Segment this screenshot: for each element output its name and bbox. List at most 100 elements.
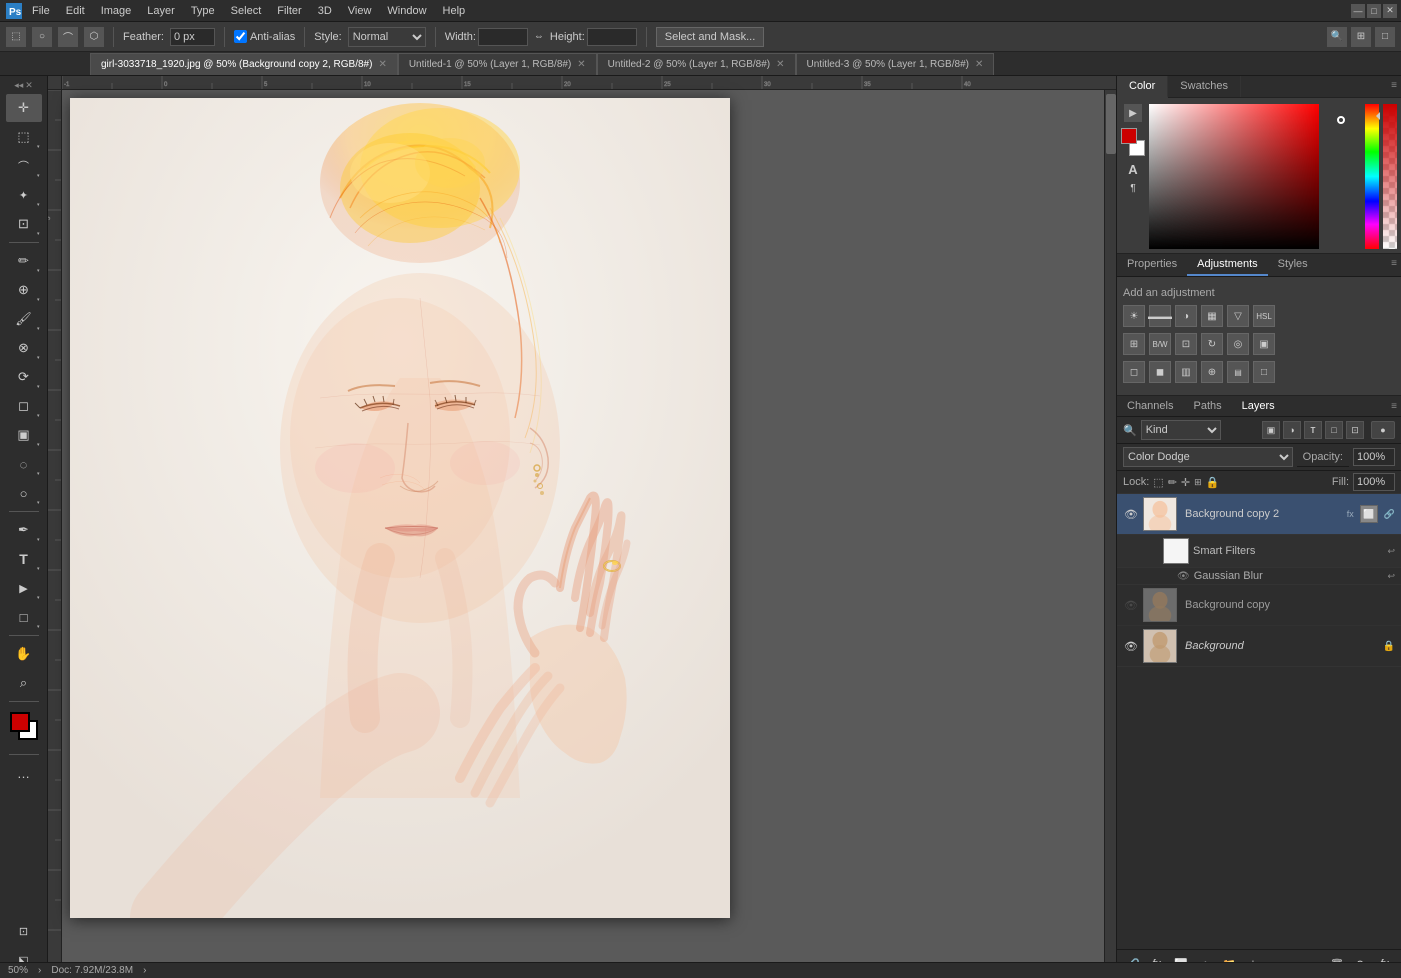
layer-bg-copy[interactable]: 👁 Background copy [1117, 585, 1401, 626]
tab-styles[interactable]: Styles [1268, 254, 1318, 276]
filter-shape-icon[interactable]: □ [1325, 421, 1343, 439]
toolbar-close-btn[interactable]: ✕ [25, 80, 33, 91]
layer-bg-copy-2[interactable]: 👁 Background copy 2 fx ⬜ 🔗 [1117, 494, 1401, 535]
layer-mask-icon-1[interactable]: ⬜ [1360, 505, 1378, 523]
arrange-icon[interactable]: □ [1375, 27, 1395, 47]
workspace-icon[interactable]: ⊞ [1351, 27, 1371, 47]
fg-color-box[interactable] [1121, 128, 1137, 144]
lock-all-icon[interactable]: 🔒 [1206, 476, 1220, 489]
adj-pattern-icon[interactable]: ▤ [1227, 361, 1249, 383]
adj-bw-icon[interactable]: B/W [1149, 333, 1171, 355]
lock-artboard-icon[interactable]: ⊞ [1194, 477, 1202, 488]
filter-type-icon[interactable]: T [1304, 421, 1322, 439]
menu-type[interactable]: Type [183, 3, 223, 19]
menu-window[interactable]: Window [379, 3, 434, 19]
menu-file[interactable]: File [24, 3, 58, 19]
tool-shape-rect[interactable]: ⬚ [6, 27, 26, 47]
tab-layers[interactable]: Layers [1232, 396, 1285, 416]
filter-smart-icon[interactable]: ⊡ [1346, 421, 1364, 439]
adj-levels-icon[interactable]: ▬▬▬ [1149, 305, 1171, 327]
tab-1-close[interactable]: ✕ [378, 59, 386, 70]
tab-4-close[interactable]: ✕ [975, 59, 983, 70]
tab-color[interactable]: Color [1117, 76, 1168, 98]
menu-3d[interactable]: 3D [310, 3, 340, 19]
tab-4[interactable]: Untitled-3 @ 50% (Layer 1, RGB/8#) ✕ [796, 53, 995, 75]
adj-gradient-map-icon[interactable]: ▥ [1175, 361, 1197, 383]
adj-panel-menu[interactable]: ≡ [1387, 254, 1401, 276]
feather-input[interactable] [170, 28, 215, 46]
layer-visibility-eye-1[interactable]: 👁 [1123, 506, 1139, 522]
style-select[interactable]: Normal Fixed Ratio Fixed Size [348, 27, 426, 47]
close-btn[interactable]: ✕ [1383, 4, 1397, 18]
fill-input[interactable] [1353, 473, 1395, 491]
history-brush-tool[interactable]: ⟳ [6, 363, 42, 391]
tab-paths[interactable]: Paths [1183, 396, 1231, 416]
adj-threshold-icon[interactable]: ◼ [1149, 361, 1171, 383]
width-input[interactable] [478, 28, 528, 46]
adj-custom-icon[interactable]: □ [1253, 361, 1275, 383]
clone-tool[interactable]: ⊗ [6, 334, 42, 362]
layer-filter-select[interactable]: Kind Name Effect Mode Attribute Color [1141, 420, 1221, 440]
magic-wand-tool[interactable]: ✦ [6, 181, 42, 209]
adj-exposure-icon[interactable]: ▦ [1201, 305, 1223, 327]
status-arrow2[interactable]: › [143, 965, 146, 976]
menu-filter[interactable]: Filter [269, 3, 309, 19]
vertical-scrollbar[interactable] [1104, 90, 1116, 962]
type-color-btn[interactable]: A [1128, 162, 1137, 177]
dodge-tool[interactable]: ○ [6, 479, 42, 507]
gradient-tool[interactable]: ▣ [6, 421, 42, 449]
filter-adjustment-icon[interactable]: ◑ [1283, 421, 1301, 439]
eraser-tool[interactable]: ◻ [6, 392, 42, 420]
frame-tool[interactable]: ⊡ [6, 917, 42, 945]
brush-tool[interactable]: 🖌 [6, 305, 42, 333]
layer-background[interactable]: 👁 Background 🔒 [1117, 626, 1401, 667]
menu-select[interactable]: Select [223, 3, 270, 19]
layer-visibility-eye-2[interactable]: 👁 [1123, 597, 1139, 613]
adj-colorbalance-icon[interactable]: ⊞ [1123, 333, 1145, 355]
height-input[interactable] [587, 28, 637, 46]
alpha-slider[interactable] [1383, 104, 1397, 249]
tool-shape-ellipse[interactable]: ○ [32, 27, 52, 47]
para-color-btn[interactable]: ¶ [1130, 183, 1135, 194]
tool-shape-poly[interactable]: ⬡ [84, 27, 104, 47]
menu-layer[interactable]: Layer [139, 3, 183, 19]
tab-3[interactable]: Untitled-2 @ 50% (Layer 1, RGB/8#) ✕ [597, 53, 796, 75]
adj-hsl-icon[interactable]: HSL [1253, 305, 1275, 327]
adj-selective-color-icon[interactable]: ⊕ [1201, 361, 1223, 383]
adj-channelmixer-icon[interactable]: ↻ [1201, 333, 1223, 355]
filter-pixel-icon[interactable]: ▣ [1262, 421, 1280, 439]
menu-help[interactable]: Help [435, 3, 474, 19]
adj-brightness-icon[interactable]: ☀ [1123, 305, 1145, 327]
toolbar-collapse-btn[interactable]: ◂◂ [14, 80, 23, 91]
color-panel-menu[interactable]: ≡ [1387, 76, 1401, 97]
tab-1[interactable]: girl-3033718_1920.jpg @ 50% (Background … [90, 53, 398, 75]
status-arrow[interactable]: › [38, 965, 41, 976]
tab-2[interactable]: Untitled-1 @ 50% (Layer 1, RGB/8#) ✕ [398, 53, 597, 75]
minimize-btn[interactable]: — [1351, 4, 1365, 18]
blend-mode-select[interactable]: Color Dodge Normal Dissolve Multiply Scr… [1123, 447, 1293, 467]
menu-view[interactable]: View [340, 3, 380, 19]
gaussian-blur-options[interactable]: ↩ [1387, 571, 1395, 582]
lock-transparent-icon[interactable]: ⬚ [1153, 476, 1163, 489]
lock-move-icon[interactable]: ✛ [1181, 476, 1190, 489]
gaussian-blur-eye[interactable]: 👁 [1177, 571, 1190, 582]
pen-tool[interactable]: ✒ [6, 516, 42, 544]
adj-invert-icon[interactable]: ▣ [1253, 333, 1275, 355]
adj-vibrance-icon[interactable]: ▽ [1227, 305, 1249, 327]
tab-adjustments[interactable]: Adjustments [1187, 254, 1268, 276]
foreground-color-swatch[interactable] [10, 712, 30, 732]
play-btn[interactable]: ▶ [1124, 104, 1142, 122]
color-spectrum[interactable] [1149, 104, 1319, 249]
hue-slider[interactable] [1365, 104, 1379, 249]
opacity-input[interactable] [1353, 448, 1395, 466]
shape-tool[interactable]: □ [6, 603, 42, 631]
tab-channels[interactable]: Channels [1117, 396, 1183, 416]
menu-edit[interactable]: Edit [58, 3, 93, 19]
zoom-tool[interactable]: ⌕ [6, 669, 42, 697]
lasso-tool[interactable]: ⌒ [6, 152, 42, 180]
tab-3-close[interactable]: ✕ [776, 59, 784, 70]
tab-swatches[interactable]: Swatches [1168, 76, 1241, 97]
tab-properties[interactable]: Properties [1117, 254, 1187, 276]
heal-tool[interactable]: ⊕ [6, 276, 42, 304]
lock-paint-icon[interactable]: ✏ [1168, 476, 1177, 489]
